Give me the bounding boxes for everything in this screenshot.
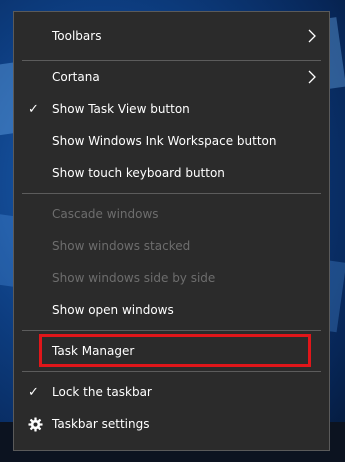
menu-item-toolbars[interactable]: Toolbars — [14, 20, 329, 52]
menu-item-label: Cortana — [52, 70, 100, 84]
menu-item-label: Show windows side by side — [52, 271, 216, 285]
menu-item-label: Show Windows Ink Workspace button — [52, 134, 277, 148]
menu-item-cascade-windows: Cascade windows — [14, 198, 329, 230]
task-manager-highlight-box — [39, 334, 311, 367]
menu-item-label: Show open windows — [52, 303, 174, 317]
menu-item-label: Show touch keyboard button — [52, 166, 225, 180]
menu-item-label: Cascade windows — [52, 207, 159, 221]
menu-item-show-open-windows[interactable]: Show open windows — [14, 294, 329, 326]
menu-separator — [22, 371, 321, 372]
menu-item-label: Lock the taskbar — [52, 385, 152, 399]
menu-separator — [22, 330, 321, 331]
chevron-right-icon — [308, 70, 316, 84]
menu-item-label: Taskbar settings — [52, 417, 150, 431]
menu-item-label: Toolbars — [52, 29, 102, 43]
menu-item-show-windows-ink-workspace-button[interactable]: Show Windows Ink Workspace button — [14, 125, 329, 157]
menu-item-cortana[interactable]: Cortana — [14, 61, 329, 93]
menu-separator — [22, 193, 321, 194]
chevron-right-icon — [308, 29, 316, 43]
checkmark-icon: ✓ — [28, 101, 39, 117]
gear-icon — [28, 417, 43, 432]
menu-item-label: Show windows stacked — [52, 239, 191, 253]
checkmark-icon: ✓ — [28, 384, 39, 400]
menu-item-show-task-view-button[interactable]: ✓ Show Task View button — [14, 93, 329, 125]
menu-item-show-windows-stacked: Show windows stacked — [14, 230, 329, 262]
menu-item-show-windows-side-by-side: Show windows side by side — [14, 262, 329, 294]
menu-item-label: Show Task View button — [52, 102, 190, 116]
menu-item-lock-the-taskbar[interactable]: ✓ Lock the taskbar — [14, 376, 329, 408]
menu-item-show-touch-keyboard-button[interactable]: Show touch keyboard button — [14, 157, 329, 189]
menu-item-taskbar-settings[interactable]: Taskbar settings — [14, 408, 329, 440]
taskbar-context-menu: Toolbars Cortana ✓ Show Task View button… — [13, 11, 330, 451]
